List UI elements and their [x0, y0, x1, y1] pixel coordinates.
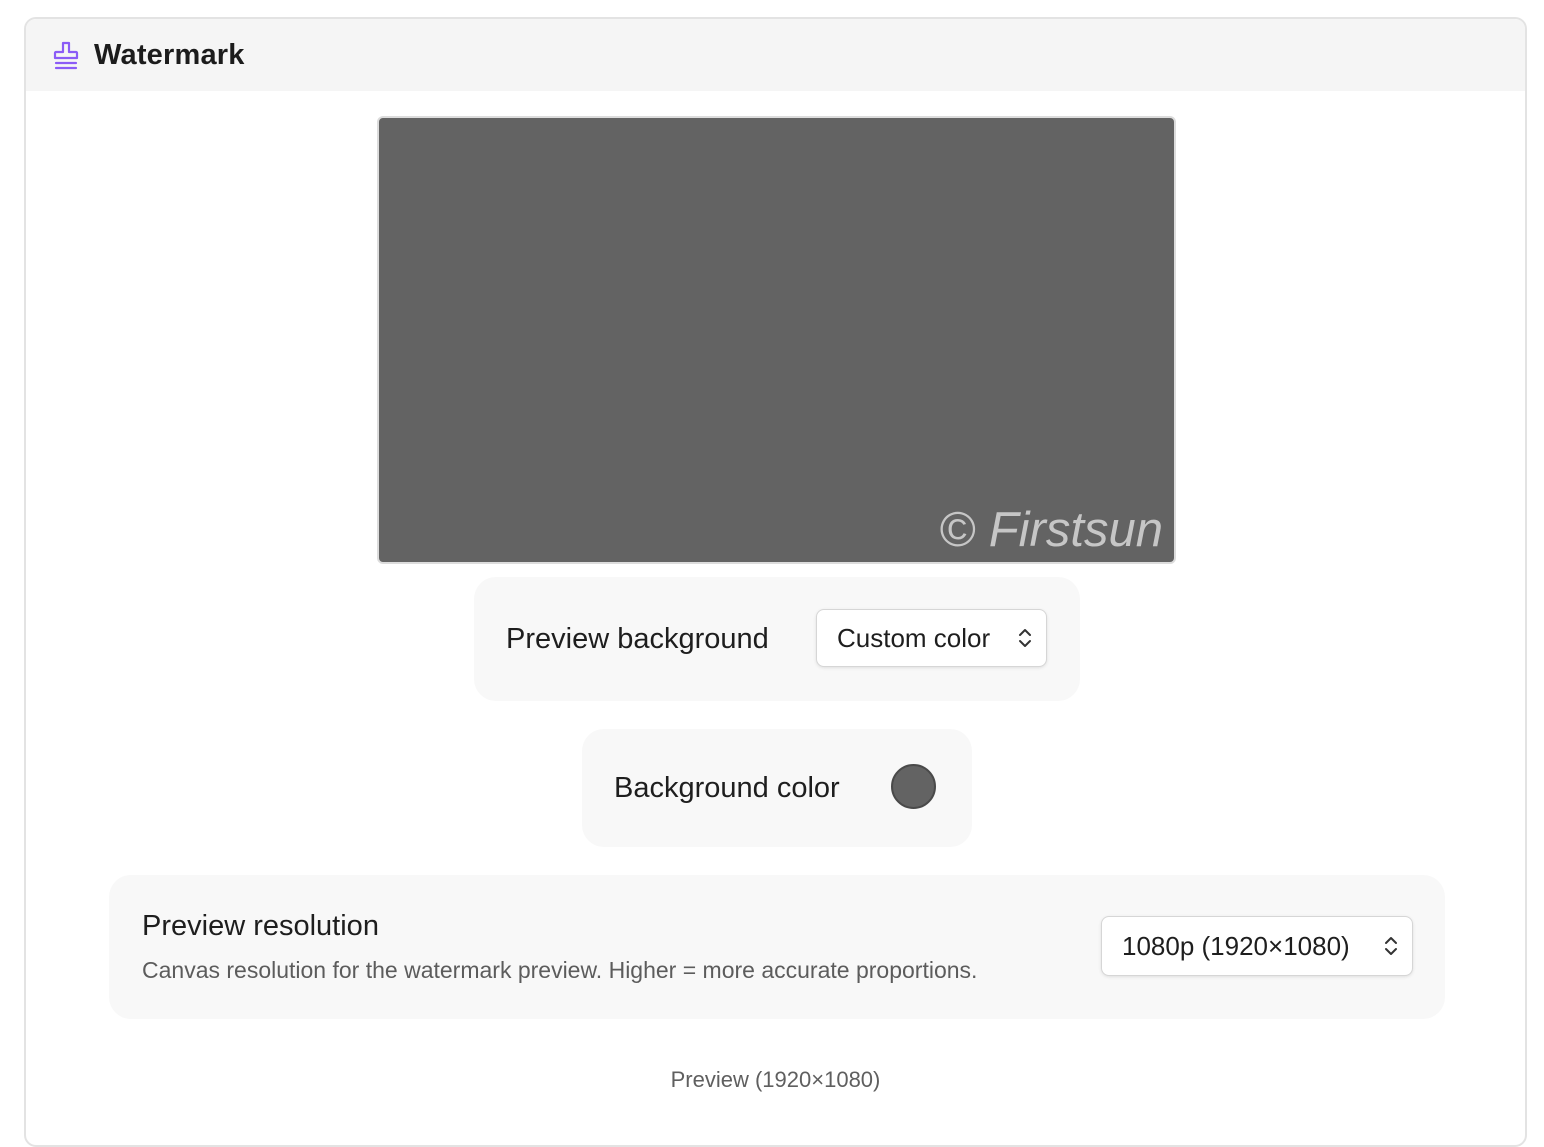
background-color-label: Background color	[614, 772, 840, 804]
preview-resolution-select[interactable]: 1080p (1920×1080)	[1101, 916, 1413, 976]
preview-resolution-description: Canvas resolution for the watermark prev…	[142, 957, 978, 983]
preview-background-setting: Preview background Custom color	[474, 577, 1080, 701]
preview-resolution-label: Preview resolution	[142, 910, 379, 942]
chevron-up-down-icon	[1019, 629, 1031, 647]
watermark-text: © Firstsun	[939, 503, 1163, 557]
stamp-icon	[52, 40, 80, 70]
background-color-setting: Background color	[582, 729, 972, 847]
watermark-panel: Watermark © Firstsun Preview background …	[24, 17, 1527, 1147]
preview-background-select-value: Custom color	[837, 622, 991, 653]
preview-resolution-setting: Preview resolution Canvas resolution for…	[109, 875, 1445, 1019]
preview-background-select[interactable]: Custom color	[816, 609, 1047, 667]
watermark-preview-canvas: © Firstsun	[377, 116, 1176, 564]
panel-header: Watermark	[26, 19, 1525, 91]
preview-background-label: Preview background	[506, 623, 769, 655]
chevron-up-down-icon	[1385, 937, 1397, 955]
panel-title: Watermark	[94, 38, 245, 71]
preview-caption: Preview (1920×1080)	[670, 1067, 881, 1092]
background-color-swatch[interactable]	[891, 764, 936, 809]
preview-resolution-select-value: 1080p (1920×1080)	[1122, 930, 1350, 961]
